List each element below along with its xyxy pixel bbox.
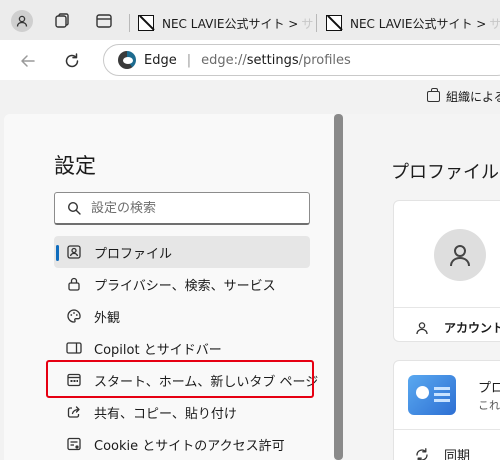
sidebar-icon: [66, 340, 82, 356]
tab-title-fade: サ: [301, 16, 314, 31]
org-banner-text: 組織による: [446, 90, 500, 104]
tab-actions-icon: [96, 14, 112, 28]
workspaces-icon: [55, 13, 69, 28]
sync-row[interactable]: 同期: [414, 445, 470, 460]
promo-title: プロ: [478, 381, 500, 396]
home-tab-icon: [66, 372, 82, 388]
site-favicon-icon: [138, 15, 154, 31]
account-row[interactable]: アカウント: [414, 319, 500, 336]
settings-page: 組織による 設定 プロファイル プライバシー、検索、サービス: [0, 80, 500, 460]
card-divider: [394, 429, 500, 430]
address-scheme: edge://: [201, 52, 247, 68]
sidebar-item-label: Copilot とサイドバー: [94, 342, 222, 358]
promo-subtitle: これら: [478, 399, 500, 412]
profiles-panel: プロファイル アカウント プロ これら 同期: [343, 114, 500, 460]
avatar-icon: [11, 10, 33, 32]
person-icon: [450, 245, 470, 267]
org-managed-banner[interactable]: 組織による: [427, 88, 500, 105]
vertical-tabs-button[interactable]: [89, 6, 119, 36]
card-divider: [394, 307, 500, 308]
sidebar-item-cookies-site-permissions[interactable]: Cookie とサイトのアクセス許可: [54, 428, 310, 460]
avatar: [434, 229, 486, 281]
tab-title: NEC LAVIE公式サイト >: [162, 16, 299, 31]
site-favicon-icon: [326, 15, 342, 31]
browser-tab[interactable]: NEC LAVIE公式サイト > サ: [138, 6, 314, 40]
navigation-toolbar: Edge | edge://settings/profiles: [0, 40, 500, 80]
address-brand: Edge: [144, 52, 177, 68]
promo-card: プロ これら 同期: [393, 360, 500, 460]
settings-search[interactable]: [54, 192, 310, 225]
tab-separator: [316, 14, 317, 32]
search-icon: [67, 201, 81, 215]
sync-label: 同期: [444, 449, 471, 460]
sidebar-item-label: プライバシー、検索、サービス: [94, 278, 276, 294]
share-icon: [66, 404, 82, 420]
sidebar-item-profiles[interactable]: プロファイル: [54, 236, 310, 268]
sidebar-item-label: Cookie とサイトのアクセス許可: [94, 438, 285, 454]
sidebar-item-copilot-sidebar[interactable]: Copilot とサイドバー: [54, 332, 310, 364]
sidebar-item-start-home-newtab[interactable]: スタート、ホーム、新しいタブ ページ: [54, 364, 318, 396]
profile-icon: [66, 244, 82, 260]
account-label: アカウント: [444, 321, 500, 335]
browser-tab[interactable]: NEC LAVIE公式サイト > サ: [326, 6, 500, 40]
palette-icon: [66, 308, 82, 324]
section-heading: プロファイル: [391, 162, 499, 183]
page-title: 設定: [54, 154, 96, 178]
tab-title: NEC LAVIE公式サイト >: [350, 16, 487, 31]
settings-topbar: 組織による: [0, 80, 500, 114]
settings-sidebar: 設定 プロファイル プライバシー、検索、サービス: [4, 114, 334, 460]
profile-avatar-button[interactable]: [7, 6, 37, 36]
arrow-left-icon: [21, 55, 35, 67]
refresh-icon: [65, 53, 79, 68]
account-icon: [414, 320, 430, 336]
profile-promo-image: [408, 375, 456, 415]
tab-separator: [129, 14, 130, 32]
search-input[interactable]: [91, 200, 291, 216]
address-bar[interactable]: Edge | edge://settings/profiles: [103, 44, 500, 76]
profile-card: アカウント: [393, 200, 500, 342]
sidebar-item-label: 外観: [94, 310, 121, 326]
briefcase-icon: [427, 88, 440, 102]
edge-logo-icon: [118, 51, 136, 69]
settings-nav: プロファイル プライバシー、検索、サービス 外観 Copilot とサイドバー: [54, 236, 318, 460]
sidebar-item-share-copy-paste[interactable]: 共有、コピー、貼り付け: [54, 396, 310, 428]
sidebar-item-label: 共有、コピー、貼り付け: [94, 406, 237, 422]
sidebar-scrollbar[interactable]: [334, 114, 343, 460]
refresh-button[interactable]: [58, 47, 86, 75]
workspaces-button[interactable]: [48, 6, 78, 36]
sync-icon: [414, 447, 430, 460]
sidebar-item-label: プロファイル: [94, 246, 173, 262]
sidebar-item-privacy[interactable]: プライバシー、検索、サービス: [54, 268, 310, 300]
sidebar-item-appearance[interactable]: 外観: [54, 300, 310, 332]
site-permissions-icon: [66, 436, 82, 452]
lock-icon: [66, 276, 82, 292]
address-path: /profiles: [298, 52, 351, 68]
tab-title-fade: サ: [489, 16, 500, 31]
address-divider: |: [186, 52, 192, 68]
sidebar-item-label: スタート、ホーム、新しいタブ ページ: [94, 374, 319, 390]
tab-strip: NEC LAVIE公式サイト > サ NEC LAVIE公式サイト > サ: [0, 0, 500, 40]
address-host: settings: [246, 52, 299, 68]
back-button[interactable]: [14, 47, 42, 75]
